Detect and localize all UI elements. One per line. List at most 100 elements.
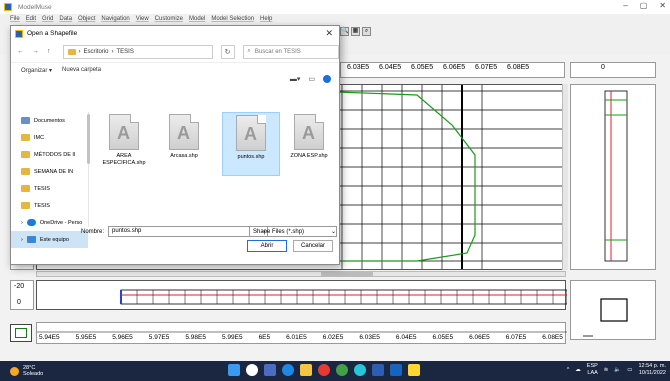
- zoom-extents-icon[interactable]: ▦: [351, 27, 360, 36]
- vertical-scrollbar[interactable]: [562, 84, 568, 270]
- ruler-label: 6.05E5: [411, 64, 434, 71]
- system-tray: ^ ☁ ESP LAA ≋ 🔈 ▭ 12:54 p. m. 10/11/2022: [567, 363, 666, 377]
- menu-edit[interactable]: Edit: [26, 16, 36, 22]
- chrome-icon[interactable]: [336, 364, 348, 376]
- breadcrumb-escritorio[interactable]: Escritorio: [84, 49, 109, 55]
- volume-icon[interactable]: 🔈: [614, 367, 621, 374]
- navigation-pane: Documentos IMC MÉTODOS DE II SEMANA DE I…: [11, 112, 89, 248]
- sidebar-item-label: MÉTODOS DE II: [34, 151, 76, 158]
- clock-date: 10/11/2022: [638, 370, 666, 376]
- computer-icon: [26, 236, 36, 243]
- organize-button[interactable]: Organizar ▾: [21, 67, 52, 74]
- menu-navigation[interactable]: Navigation: [101, 16, 129, 22]
- sidebar-item-metodos[interactable]: MÉTODOS DE II: [11, 146, 88, 163]
- file-item[interactable]: A Arcasa.shp: [155, 112, 213, 176]
- file-item[interactable]: A AREA ESPECIFICA.shp: [95, 112, 153, 176]
- scroll-thumb[interactable]: [321, 272, 373, 276]
- sidebar-item-tesis-2[interactable]: TESIS: [11, 197, 88, 214]
- navigation-scrollbar[interactable]: [87, 114, 90, 164]
- language-indicator[interactable]: ESP LAA: [587, 363, 598, 377]
- front-view-panel[interactable]: [36, 280, 568, 310]
- ruler-label: 6E5: [258, 334, 271, 341]
- address-bar[interactable]: › Escritorio › TESIS: [62, 44, 213, 59]
- dialog-navigation-bar: ← → ↑ › Escritorio › TESIS ↻ ⌕ Buscar en…: [11, 41, 339, 63]
- address-separator: ›: [78, 48, 81, 55]
- file-name-value: puntos.shp: [112, 228, 142, 234]
- menu-data[interactable]: Data: [59, 16, 72, 22]
- sidebar-item-tesis[interactable]: TESIS: [11, 180, 88, 197]
- sidebar-item-documentos[interactable]: Documentos: [11, 112, 88, 129]
- back-arrow-icon[interactable]: ←: [17, 48, 24, 55]
- task-view-icon[interactable]: [264, 364, 276, 376]
- search-icon[interactable]: [246, 364, 258, 376]
- close-window-button[interactable]: ✕: [659, 1, 666, 10]
- weather-widget[interactable]: 28°C Soleado: [0, 365, 43, 377]
- start-icon[interactable]: [228, 364, 240, 376]
- sidebar-item-label: TESIS: [34, 202, 50, 209]
- cancel-button[interactable]: Cancelar: [293, 240, 333, 252]
- ruler-label: 0: [601, 64, 605, 71]
- file-item[interactable]: A ZONA ESP.shp: [280, 112, 338, 176]
- maximize-button[interactable]: ▢: [640, 1, 648, 10]
- menu-object[interactable]: Object: [78, 16, 95, 22]
- sidebar-item-label: Documentos: [34, 117, 65, 124]
- opera-icon[interactable]: [318, 364, 330, 376]
- horizontal-scrollbar[interactable]: [36, 271, 566, 277]
- modelmuse-taskbar-icon[interactable]: [372, 364, 384, 376]
- 3d-view-panel[interactable]: [570, 280, 656, 340]
- preview-pane-icon[interactable]: ▭: [308, 75, 315, 83]
- side-view-panel[interactable]: [570, 84, 656, 270]
- edge-icon[interactable]: [282, 364, 294, 376]
- help-icon[interactable]: [323, 75, 331, 83]
- battery-icon[interactable]: ▭: [627, 367, 632, 374]
- new-folder-button[interactable]: Nueva carpeta: [62, 67, 101, 73]
- zoom-out-icon[interactable]: ⌕: [362, 27, 371, 36]
- chevron-up-icon[interactable]: ^: [567, 367, 570, 374]
- file-explorer-icon[interactable]: [300, 364, 312, 376]
- zoom-in-icon[interactable]: 🔍: [340, 27, 349, 36]
- chevron-right-icon[interactable]: ›: [21, 220, 23, 226]
- file-item-selected[interactable]: A puntos.shp: [222, 112, 280, 176]
- ruler-label: 6.08E5: [507, 64, 530, 71]
- word-icon[interactable]: [390, 364, 402, 376]
- taskbar-apps: [228, 364, 420, 376]
- refresh-icon[interactable]: ↻: [220, 44, 235, 59]
- sidebar-item-imc[interactable]: IMC: [11, 129, 88, 146]
- menu-file[interactable]: File: [10, 16, 20, 22]
- open-button[interactable]: Abrir: [247, 240, 287, 252]
- sidebar-item-semana[interactable]: SEMANA DE IN: [11, 163, 88, 180]
- menu-model-selection[interactable]: Model Selection: [211, 16, 254, 22]
- ruler-label: 5.99E5: [221, 334, 243, 341]
- 3d-model-icon[interactable]: [10, 324, 32, 342]
- file-type-select[interactable]: Shape Files (*.shp) ⌄: [249, 226, 337, 237]
- menu-model[interactable]: Model: [189, 16, 205, 22]
- app-icon[interactable]: [408, 364, 420, 376]
- view-options: ▬▾ ▭: [290, 75, 331, 83]
- file-name: Arcasa.shp: [170, 153, 198, 159]
- clock-time: 12:54 p. m.: [638, 363, 666, 369]
- dialog-close-button[interactable]: ✕: [325, 28, 333, 39]
- breadcrumb-tesis[interactable]: TESIS: [117, 49, 134, 55]
- view-mode-icon[interactable]: ▬▾: [290, 75, 301, 83]
- shapefile-icon: A: [109, 114, 139, 150]
- sidebar-item-label: TESIS: [34, 185, 50, 192]
- dialog-title: Open a Shapefile: [27, 30, 78, 37]
- ruler-label: 6.03E5: [359, 334, 380, 341]
- menu-customize[interactable]: Customize: [155, 16, 183, 22]
- menu-help[interactable]: Help: [260, 16, 272, 22]
- file-name-input[interactable]: puntos.shp ⌄: [108, 226, 269, 237]
- onedrive-icon[interactable]: ☁: [575, 367, 581, 374]
- sidebar-item-onedrive[interactable]: › OneDrive - Perso: [11, 214, 88, 231]
- clock[interactable]: 12:54 p. m. 10/11/2022: [638, 363, 666, 377]
- chevron-right-icon[interactable]: ›: [21, 237, 23, 243]
- forward-arrow-icon[interactable]: →: [32, 48, 39, 55]
- sidebar-item-este-equipo[interactable]: › Este equipo: [11, 231, 88, 248]
- wifi-icon[interactable]: ≋: [604, 367, 609, 374]
- menu-view[interactable]: View: [136, 16, 149, 22]
- minimize-button[interactable]: –: [623, 1, 627, 10]
- search-input[interactable]: ⌕ Buscar en TESIS: [242, 44, 339, 59]
- menu-grid[interactable]: Grid: [42, 16, 53, 22]
- up-arrow-icon[interactable]: ↑: [47, 48, 51, 55]
- spotify-icon[interactable]: [354, 364, 366, 376]
- app-title-bar: ModelMuse – ▢ ✕: [0, 0, 670, 14]
